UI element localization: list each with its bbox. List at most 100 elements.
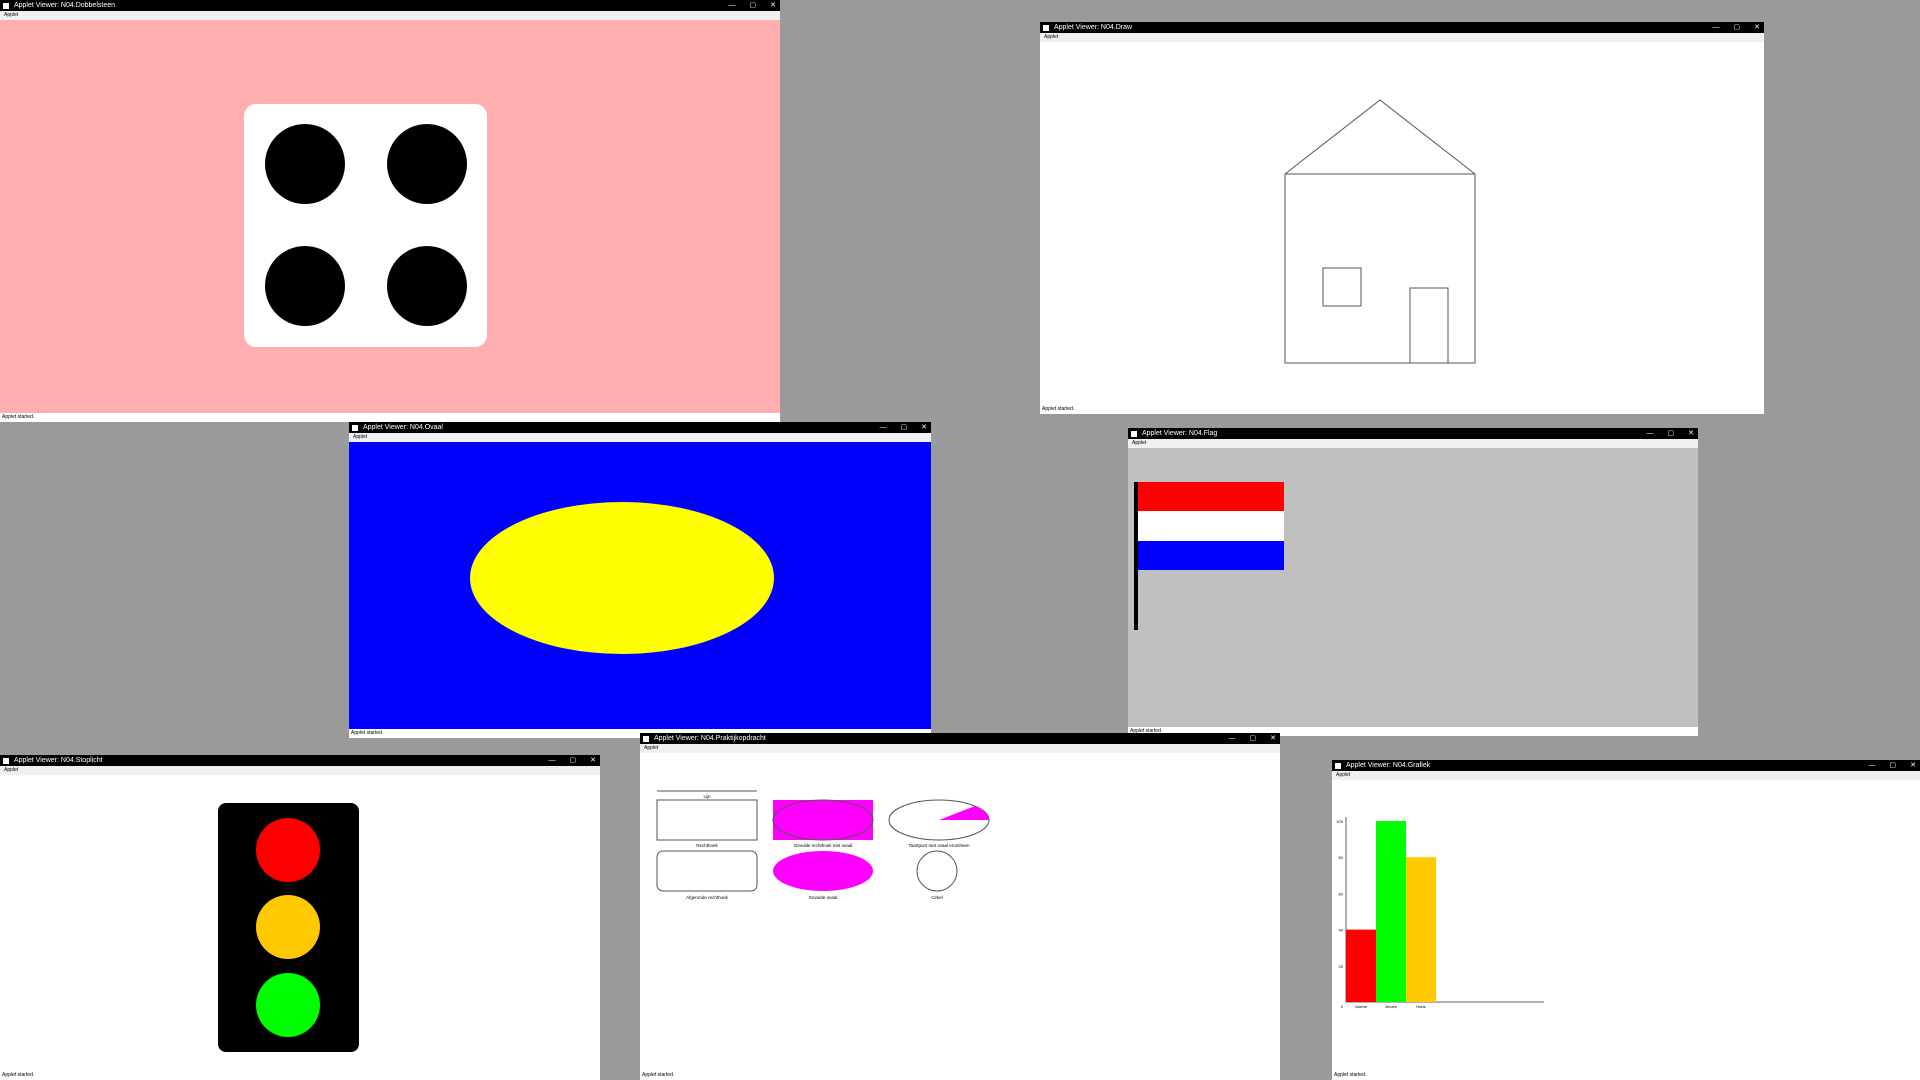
flag-drawing [1134, 482, 1284, 630]
flag-red-stripe [1138, 482, 1284, 511]
window-flag: Applet Viewer: N04.Flag — ▢ ✕ Applet App… [1128, 428, 1698, 736]
dice-drawing [244, 104, 487, 347]
title-bar[interactable]: Applet Viewer: N04.Dobbelsteen — ▢ ✕ [0, 0, 780, 11]
dice-pip [265, 124, 345, 204]
close-button[interactable]: ✕ [1688, 428, 1694, 439]
shape-pie-slice [939, 806, 990, 820]
house-wall [1284, 173, 1476, 364]
window-draw: Applet Viewer: N04.Draw — ▢ ✕ Applet App… [1040, 22, 1764, 414]
label-afgeronde-rechthoek: Afgeronde rechthoek [686, 895, 729, 900]
applet-canvas: 0 20 40 60 80 100 Valerie Jeroen Hans [1332, 780, 1920, 1071]
minimize-button[interactable]: — [1229, 733, 1236, 744]
maximize-button[interactable]: ▢ [570, 755, 577, 766]
house-door [1409, 287, 1449, 364]
y-tick-label: 80 [1339, 855, 1344, 860]
traffic-light-green [256, 973, 320, 1037]
bar [1376, 821, 1406, 1002]
minimize-button[interactable]: — [549, 755, 556, 766]
shape-rounded-rectangle [656, 850, 758, 892]
applet-menu[interactable]: Applet [640, 744, 1280, 753]
app-icon [1131, 430, 1137, 437]
x-tick-label: Hans [1416, 1004, 1425, 1009]
window-title: Applet Viewer: N04.Grafiek [1345, 762, 1431, 769]
minimize-button[interactable]: — [729, 0, 736, 11]
close-button[interactable]: ✕ [770, 0, 776, 11]
maximize-button[interactable]: ▢ [1890, 760, 1897, 771]
x-tick-label: Jeroen [1385, 1004, 1397, 1009]
window-title: Applet Viewer: N04.Dobbelsteen [13, 2, 115, 9]
close-button[interactable]: ✕ [1910, 760, 1916, 771]
bar [1346, 929, 1376, 1002]
dice-pip [265, 246, 345, 326]
status-bar: Applet started. [0, 1071, 600, 1080]
title-bar[interactable]: Applet Viewer: N04.Grafiek — ▢ ✕ [1332, 760, 1920, 771]
flag-blue-stripe [1138, 541, 1284, 570]
status-bar: Applet started. [1040, 405, 1764, 414]
window-title: Applet Viewer: N04.Flag [1141, 430, 1218, 437]
bar [1406, 857, 1436, 1002]
maximize-button[interactable]: ▢ [1250, 733, 1257, 744]
window-title: Applet Viewer: N04.Praktijkopdracht [653, 735, 766, 742]
shape-filled-oval [773, 851, 873, 891]
title-bar[interactable]: Applet Viewer: N04.Praktijkopdracht — ▢ … [640, 733, 1280, 744]
maximize-button[interactable]: ▢ [901, 422, 908, 433]
shape-circle [916, 850, 958, 892]
window-title: Applet Viewer: N04.Draw [1053, 24, 1133, 31]
minimize-button[interactable]: — [1869, 760, 1876, 771]
dice-pip [387, 246, 467, 326]
y-tick-label: 40 [1339, 928, 1344, 933]
shapes-drawing: Lijn Rechthoek Gevulde rechthoek met ova… [656, 790, 990, 900]
shape-rectangle [656, 799, 758, 841]
y-tick-label: 0 [1341, 1004, 1344, 1009]
applet-menu[interactable]: Applet [1040, 33, 1764, 42]
label-gevulde-ovaal: Gevulde ovaal [809, 895, 838, 900]
title-bar[interactable]: Applet Viewer: N04.Ovaal — ▢ ✕ [349, 422, 931, 433]
applet-canvas [0, 775, 600, 1071]
window-title: Applet Viewer: N04.Ovaal [362, 424, 443, 431]
applet-menu[interactable]: Applet [0, 11, 780, 20]
minimize-button[interactable]: — [880, 422, 887, 433]
y-tick-label: 20 [1339, 964, 1344, 969]
flag-white-stripe [1138, 511, 1284, 541]
traffic-light-drawing [218, 803, 359, 1052]
window-stoplicht: Applet Viewer: N04.Stoplicht — ▢ ✕ Apple… [0, 755, 600, 1080]
maximize-button[interactable]: ▢ [750, 0, 757, 11]
applet-canvas [1128, 448, 1698, 727]
applet-menu[interactable]: Applet [349, 433, 931, 442]
applet-menu[interactable]: Applet [1332, 771, 1920, 780]
title-bar[interactable]: Applet Viewer: N04.Stoplicht — ▢ ✕ [0, 755, 600, 766]
app-icon [1335, 762, 1341, 769]
label-rechthoek: Rechthoek [696, 843, 718, 848]
applet-menu[interactable]: Applet [1128, 439, 1698, 448]
close-button[interactable]: ✕ [1754, 22, 1760, 33]
close-button[interactable]: ✕ [921, 422, 927, 433]
traffic-light-orange [256, 895, 320, 959]
status-bar: Applet started. [1332, 1071, 1920, 1080]
y-tick-label: 60 [1339, 891, 1344, 896]
applet-menu[interactable]: Applet [0, 766, 600, 775]
y-tick-label: 100 [1336, 819, 1343, 824]
label-cirkel: Cirkel [931, 895, 943, 900]
app-icon [352, 424, 358, 431]
minimize-button[interactable]: — [1647, 428, 1654, 439]
house-roof [1284, 99, 1476, 175]
house-window [1322, 267, 1362, 307]
flag-pole [1134, 482, 1138, 630]
label-gevulde-rechthoek: Gevulde rechthoek met ovaal [794, 843, 853, 848]
label-taartpunt: Taartpunt met ovaal eromheen [908, 843, 970, 848]
close-button[interactable]: ✕ [1270, 733, 1276, 744]
window-grafiek: Applet Viewer: N04.Grafiek — ▢ ✕ Applet … [1332, 760, 1920, 1080]
house-drawing [1284, 99, 1476, 364]
window-dobbelsteen: Applet Viewer: N04.Dobbelsteen — ▢ ✕ App… [0, 0, 780, 422]
ovaal-drawing [470, 502, 774, 654]
app-icon [3, 2, 9, 9]
maximize-button[interactable]: ▢ [1734, 22, 1741, 33]
close-button[interactable]: ✕ [590, 755, 596, 766]
maximize-button[interactable]: ▢ [1668, 428, 1675, 439]
applet-canvas [0, 20, 780, 413]
minimize-button[interactable]: — [1713, 22, 1720, 33]
title-bar[interactable]: Applet Viewer: N04.Flag — ▢ ✕ [1128, 428, 1698, 439]
applet-canvas [1040, 42, 1764, 405]
title-bar[interactable]: Applet Viewer: N04.Draw — ▢ ✕ [1040, 22, 1764, 33]
applet-canvas [349, 442, 931, 729]
